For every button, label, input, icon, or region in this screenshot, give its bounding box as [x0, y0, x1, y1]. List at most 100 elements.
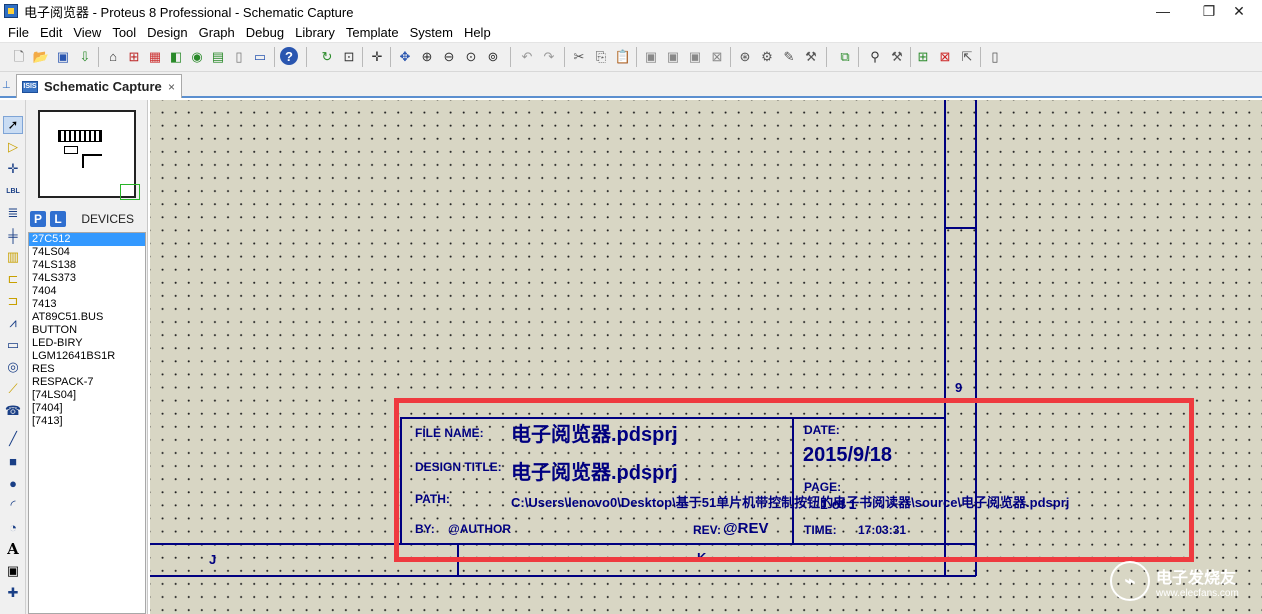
voltage-probe-icon[interactable]: ⟋: [3, 380, 23, 398]
generator-icon[interactable]: ◎: [3, 358, 23, 376]
decompose-icon[interactable]: ⚒: [802, 47, 820, 65]
device-item[interactable]: LGM12641BS1R: [29, 350, 145, 363]
block-delete-icon[interactable]: ⊠: [708, 47, 726, 65]
bom-report-icon[interactable]: ▭: [251, 47, 269, 65]
origin-icon[interactable]: ✛: [368, 47, 386, 65]
2d-circle-icon[interactable]: ●: [3, 474, 23, 492]
save-icon[interactable]: ▣: [54, 47, 72, 65]
pan-icon[interactable]: ✥: [396, 47, 414, 65]
copy-icon[interactable]: ⎘: [592, 47, 610, 65]
cut-icon[interactable]: ✂: [570, 47, 588, 65]
menu-file[interactable]: File: [4, 25, 36, 40]
block-copy-icon[interactable]: ▣: [642, 47, 660, 65]
close-button[interactable]: ✕: [1216, 0, 1262, 22]
device-item[interactable]: [7413]: [29, 415, 145, 428]
schematic-icon[interactable]: ⊞: [125, 47, 143, 65]
device-item[interactable]: [7404]: [29, 402, 145, 415]
junction-dot-icon[interactable]: ✛: [3, 160, 23, 178]
exit-to-parent-icon[interactable]: ⇱: [958, 47, 976, 65]
subcircuit-icon[interactable]: ▥: [3, 248, 23, 266]
tape-recorder-icon[interactable]: ▭: [3, 336, 23, 354]
menu-library[interactable]: Library: [291, 25, 342, 40]
device-list[interactable]: 27C512 74LS04 74LS138 74LS373 7404 7413 …: [28, 232, 146, 614]
menu-system[interactable]: System: [406, 25, 460, 40]
open-folder-icon[interactable]: 📂: [32, 47, 50, 65]
import-icon[interactable]: ⇩: [76, 47, 94, 65]
device-item[interactable]: 7404: [29, 285, 145, 298]
schematic-canvas[interactable]: J K 9 FILE NAME: 电子阅览器.pdsprj DESIGN TIT…: [150, 100, 1262, 614]
device-item[interactable]: BUTTON: [29, 324, 145, 337]
selection-mode-icon[interactable]: ➚: [3, 116, 23, 134]
refresh-icon[interactable]: ↻: [318, 47, 336, 65]
menu-help[interactable]: Help: [460, 25, 498, 40]
device-item[interactable]: 27C512: [29, 233, 145, 246]
pin-icon[interactable]: ⊥: [2, 80, 11, 91]
device-item[interactable]: AT89C51.BUS: [29, 311, 145, 324]
netlist-icon[interactable]: ▯: [986, 47, 1004, 65]
zoom-out-icon[interactable]: ⊖: [440, 47, 458, 65]
device-item[interactable]: 74LS04: [29, 246, 145, 259]
tab-schematic-capture[interactable]: ISIS Schematic Capture ×: [16, 74, 182, 98]
remove-sheet-icon[interactable]: ⊠: [936, 47, 954, 65]
2d-path-icon[interactable]: ◔: [3, 518, 23, 536]
tab-close-icon[interactable]: ×: [168, 80, 175, 94]
menu-template[interactable]: Template: [342, 25, 406, 40]
device-item[interactable]: RESPACK-7: [29, 376, 145, 389]
redo-icon[interactable]: ↷: [540, 47, 558, 65]
paste-icon[interactable]: 📋: [614, 47, 632, 65]
undo-icon[interactable]: ↶: [518, 47, 536, 65]
home-icon[interactable]: ⌂: [104, 47, 122, 65]
device-item[interactable]: 7413: [29, 298, 145, 311]
overview-window[interactable]: [38, 110, 140, 200]
grid-icon[interactable]: ⊡: [340, 47, 358, 65]
device-pins-icon[interactable]: ⊐: [3, 292, 23, 310]
block-move-icon[interactable]: ▣: [664, 47, 682, 65]
bom-icon[interactable]: ▤: [209, 47, 227, 65]
notes-icon[interactable]: ▯: [230, 47, 248, 65]
gerber-icon[interactable]: ◉: [188, 47, 206, 65]
menu-edit[interactable]: Edit: [36, 25, 69, 40]
device-item[interactable]: 74LS138: [29, 259, 145, 272]
device-item[interactable]: RES: [29, 363, 145, 376]
zoom-in-icon[interactable]: ⊕: [418, 47, 436, 65]
overview-view-frame[interactable]: [120, 184, 140, 200]
wire-autorouter-icon[interactable]: ⧉: [836, 47, 854, 65]
help-icon[interactable]: ?: [280, 47, 298, 65]
2d-arc-icon[interactable]: ◜: [3, 496, 23, 514]
graph-icon[interactable]: ⩘: [3, 314, 23, 332]
component-mode-icon[interactable]: ▷: [3, 138, 23, 156]
block-rotate-icon[interactable]: ▣: [686, 47, 704, 65]
terminals-icon[interactable]: ⊏: [3, 270, 23, 288]
menu-debug[interactable]: Debug: [242, 25, 291, 40]
package-tool-icon[interactable]: ✎: [780, 47, 798, 65]
menu-graph[interactable]: Graph: [195, 25, 242, 40]
2d-text-icon[interactable]: A: [3, 540, 23, 558]
property-tool-icon[interactable]: ⚒: [888, 47, 906, 65]
menu-view[interactable]: View: [69, 25, 108, 40]
2d-marker-icon[interactable]: ✚: [3, 584, 23, 602]
zoom-area-icon[interactable]: ⊚: [484, 47, 502, 65]
new-sheet-icon[interactable]: ⊞: [914, 47, 932, 65]
2d-symbol-icon[interactable]: ▣: [3, 562, 23, 580]
menu-tool[interactable]: Tool: [108, 25, 143, 40]
new-file-icon[interactable]: 🗋: [10, 47, 28, 65]
library-manager-button[interactable]: L: [50, 211, 66, 227]
2d-box-icon[interactable]: ■: [3, 452, 23, 470]
3d-icon[interactable]: ◧: [167, 47, 185, 65]
pick-devices-button[interactable]: P: [30, 211, 46, 227]
pcb-icon[interactable]: ▦: [146, 47, 164, 65]
search-icon[interactable]: ⚲: [866, 47, 884, 65]
pick-device-icon[interactable]: ⊛: [736, 47, 754, 65]
make-device-icon[interactable]: ⚙: [758, 47, 776, 65]
menu-design[interactable]: Design: [143, 25, 194, 40]
wire-label-icon[interactable]: LBL: [3, 182, 23, 200]
zoom-all-icon[interactable]: ⊙: [462, 47, 480, 65]
device-item[interactable]: LED-BIRY: [29, 337, 145, 350]
device-item[interactable]: 74LS373: [29, 272, 145, 285]
minimize-button[interactable]: —: [1140, 0, 1186, 22]
buses-icon[interactable]: ╪: [3, 226, 23, 244]
virtual-instrument-icon[interactable]: ☎: [3, 402, 23, 420]
proteus-app-icon[interactable]: [4, 4, 18, 18]
device-item[interactable]: [74LS04]: [29, 389, 145, 402]
text-script-icon[interactable]: ≣: [3, 204, 23, 222]
